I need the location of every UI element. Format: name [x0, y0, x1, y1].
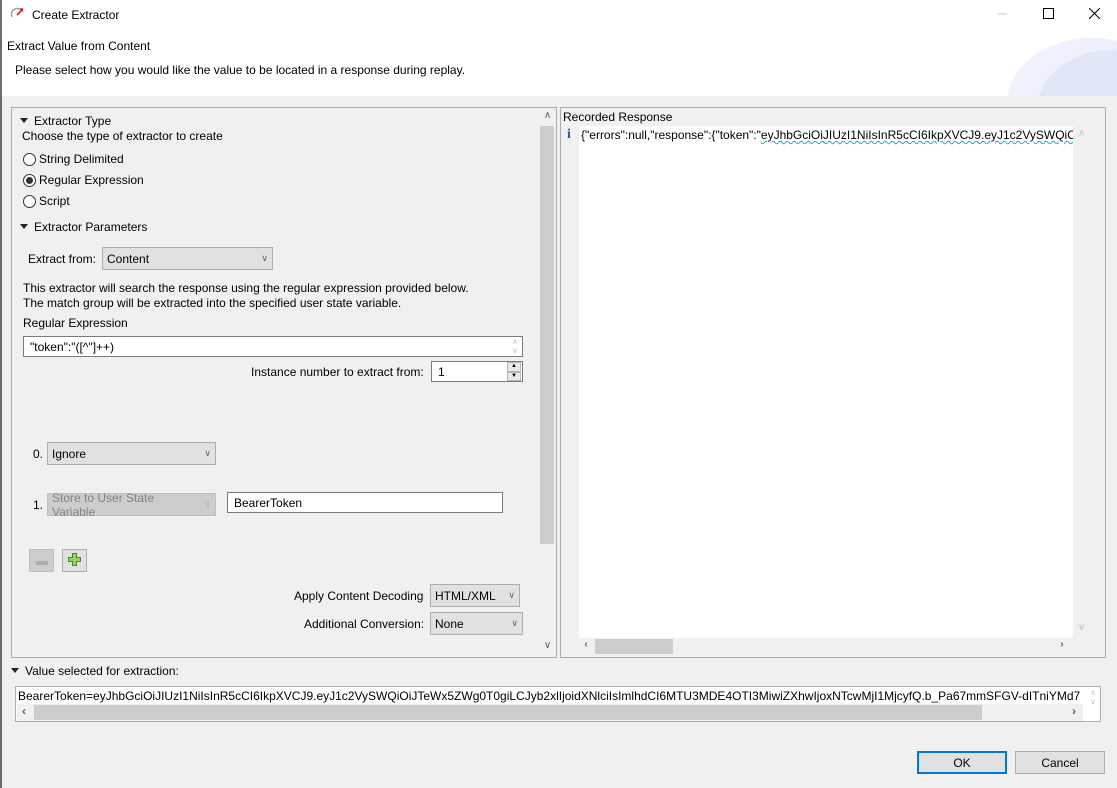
radio-circle — [23, 194, 36, 208]
scroll-left-icon[interactable]: ‹ — [579, 639, 593, 650]
regex-label: Regular Expression — [23, 316, 128, 330]
scroll-down-icon[interactable]: ∨ — [1073, 622, 1090, 633]
radio-label: String Delimited — [39, 152, 124, 166]
spin-up-button[interactable]: ▲ — [507, 362, 521, 372]
extractor-settings-panel: Extractor Type Choose the type of extrac… — [11, 107, 557, 658]
cancel-button[interactable]: Cancel — [1015, 751, 1105, 774]
recorded-response-label: Recorded Response — [563, 110, 673, 124]
header-title: Extract Value from Content — [7, 39, 151, 53]
scroll-right-icon[interactable]: › — [1055, 639, 1069, 650]
add-group-button[interactable] — [62, 549, 87, 572]
radio-script[interactable]: Script — [23, 194, 70, 208]
radio-label: Script — [39, 194, 70, 208]
remove-group-button[interactable] — [29, 549, 54, 572]
scroll-left-icon[interactable]: ‹ — [17, 704, 31, 718]
response-horizontal-scrollbar[interactable]: ‹ › — [579, 638, 1073, 655]
instance-number-value: 1 — [438, 365, 445, 379]
radio-label: Regular Expression — [39, 173, 144, 187]
response-prefix: {"errors":null,"response":{"token":" — [581, 128, 761, 142]
chevron-down-icon: ∨ — [508, 590, 515, 600]
scrollbar-thumb[interactable] — [34, 705, 982, 720]
scroll-up-icon[interactable]: ∧ — [539, 110, 556, 121]
value-selected-heading: Value selected for extraction: — [25, 664, 179, 678]
recorded-response-panel: Recorded Response i {"errors":null,"resp… — [560, 107, 1106, 658]
value-selected-content: BearerToken=eyJhbGciOiJIUzI1NiIsInR5cCI6… — [18, 689, 1080, 703]
scrollbar-thumb[interactable] — [595, 639, 673, 654]
user-state-variable-value: BearerToken — [234, 496, 303, 510]
extractor-parameters-heading: Extractor Parameters — [34, 220, 148, 234]
content-decoding-select[interactable]: HTML/XML ∨ — [430, 584, 520, 607]
additional-conversion-value: None — [435, 616, 464, 631]
scroll-up-icon[interactable]: ∧ — [1073, 128, 1090, 139]
extractor-type-section-toggle[interactable]: Extractor Type — [20, 114, 111, 128]
left-panel-vertical-scrollbar[interactable]: ∧ ∨ — [539, 108, 556, 657]
chevron-down-icon: ∨ — [261, 253, 268, 263]
extractor-parameters-section-toggle[interactable]: Extractor Parameters — [20, 220, 147, 234]
response-vertical-scrollbar[interactable]: ∧ ∨ — [1073, 126, 1091, 638]
additional-conversion-select[interactable]: None ∨ — [430, 612, 523, 635]
recorded-response-text-area[interactable]: {"errors":null,"response":{"token":"eyJh… — [579, 126, 1073, 638]
instance-number-label: Instance number to extract from: — [251, 365, 424, 379]
scroll-down-icon[interactable]: ∨ — [539, 640, 556, 651]
group-1-action-select[interactable]: Store to User State Variable ∨ — [47, 490, 216, 519]
value-selected-section-toggle[interactable]: Value selected for extraction: — [11, 664, 179, 678]
response-token: eyJhbGciOiJIUzI1NiIsInR5cCI6IkpXVCJ9.eyJ… — [760, 128, 1073, 142]
wizard-header: Extract Value from Content Please select… — [2, 30, 1117, 96]
extractor-type-subheading: Choose the type of extractor to create — [22, 129, 223, 143]
title-bar: Create Extractor — [2, 0, 1117, 30]
regex-value: "token":"([^"]++) — [30, 340, 115, 354]
additional-conversion-label: Additional Conversion: — [304, 617, 425, 631]
extract-from-label: Extract from: — [28, 252, 97, 266]
extractor-type-heading: Extractor Type — [34, 114, 112, 128]
minimize-button[interactable] — [979, 0, 1025, 30]
spin-down-button[interactable]: ▼ — [507, 371, 521, 381]
maximize-button[interactable] — [1025, 0, 1071, 30]
chevron-down-icon: ∨ — [511, 618, 518, 628]
scrollbar-thumb[interactable] — [540, 126, 554, 544]
content-decoding-label: Apply Content Decoding — [294, 589, 424, 603]
header-description: Please select how you would like the val… — [15, 63, 466, 77]
value-horizontal-scrollbar[interactable]: ‹ › — [17, 704, 1083, 721]
radio-circle — [23, 152, 36, 166]
recorded-response-content: {"errors":null,"response":{"token":"eyJh… — [581, 128, 1073, 142]
chevron-down-icon: ∨ — [204, 448, 211, 458]
close-icon — [1088, 7, 1100, 22]
group-index: 1. — [33, 498, 44, 512]
minus-icon — [35, 554, 48, 568]
textarea-scroll-arrows-icon: ∧ ∨ — [1090, 688, 1096, 706]
group-0-action-value: Ignore — [52, 446, 87, 461]
instance-number-spinner[interactable]: 1 ▲ ▼ — [431, 361, 523, 382]
textarea-scroll-arrows-icon: ∧ ∨ — [512, 337, 518, 355]
minimize-icon — [997, 8, 1007, 22]
chevron-down-icon: ∨ — [204, 499, 211, 509]
help-text-line1: This extractor will search the response … — [23, 281, 469, 295]
plus-icon — [68, 552, 81, 569]
spinner-buttons: ▲ ▼ — [507, 362, 521, 381]
extract-from-value: Content — [107, 251, 150, 266]
value-selected-text-area[interactable]: BearerToken=eyJhbGciOiJIUzI1NiIsInR5cCI6… — [15, 686, 1101, 722]
content-decoding-value: HTML/XML — [435, 588, 496, 603]
scroll-right-icon[interactable]: › — [1067, 704, 1081, 718]
user-state-variable-input[interactable]: BearerToken — [227, 492, 503, 513]
collapse-triangle-icon — [20, 118, 28, 124]
radio-string-delimited[interactable]: String Delimited — [23, 152, 124, 166]
info-icon: i — [567, 127, 571, 142]
gauge-icon — [10, 6, 26, 22]
maximize-icon — [1042, 8, 1054, 22]
extract-from-select[interactable]: Content ∨ — [102, 247, 273, 270]
window-edge — [0, 0, 2, 788]
radio-circle-selected — [23, 173, 36, 187]
window-title: Create Extractor — [32, 8, 120, 22]
close-button[interactable] — [1071, 0, 1117, 30]
collapse-triangle-icon — [11, 668, 19, 674]
group-0-action-select[interactable]: Ignore ∨ — [47, 442, 216, 465]
regex-input[interactable]: "token":"([^"]++) ∧ ∨ — [23, 336, 523, 357]
group-index: 0. — [33, 447, 44, 461]
radio-regular-expression[interactable]: Regular Expression — [23, 173, 144, 187]
help-text-line2: The match group will be extracted into t… — [23, 296, 402, 310]
group-1-action-value: Store to User State Variable — [52, 490, 155, 519]
ok-button[interactable]: OK — [917, 751, 1007, 774]
collapse-triangle-icon — [20, 224, 28, 230]
